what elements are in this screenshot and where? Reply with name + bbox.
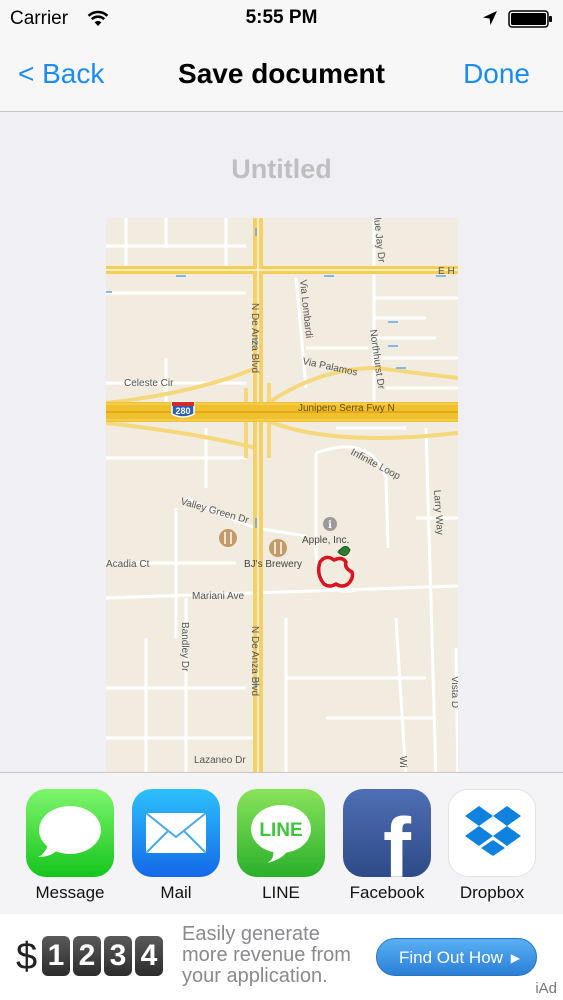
map-label-e-h: E H [438, 266, 455, 277]
back-button[interactable]: < Back [18, 58, 104, 90]
facebook-icon: f [343, 789, 431, 877]
mail-icon [132, 789, 220, 877]
map-label-acadia-ct: Acadia Ct [106, 559, 150, 570]
find-out-how-button[interactable]: Find Out How ▶ [376, 938, 537, 976]
share-facebook-label: Facebook [349, 883, 425, 902]
map-label-bjs-brewery: BJ's Brewery [244, 559, 302, 570]
map-label-vista-dr: Vista D [449, 676, 458, 708]
restaurant-pin-icon [269, 539, 287, 557]
location-arrow-icon [482, 10, 498, 26]
share-message-label: Message [35, 883, 105, 902]
map-label-celeste-cir: Celeste Cir [124, 378, 174, 389]
svg-text:f: f [383, 801, 412, 877]
share-sheet: Message Mail LINE LINE f Facebook Dropbo… [0, 772, 563, 914]
ad-digit: 4 [135, 936, 163, 976]
battery-icon [508, 10, 554, 28]
map-label-wi: Wi [397, 756, 408, 768]
ad-copy-line: more revenue from [182, 944, 351, 966]
ad-copy-line: Easily generate [182, 923, 320, 945]
iad-logo: iAd [535, 980, 557, 997]
svg-text:LINE: LINE [259, 820, 302, 841]
done-button[interactable]: Done [463, 58, 530, 90]
interstate-280-shield: 280 [171, 401, 195, 418]
line-icon: LINE [237, 789, 325, 877]
document-preview: 280 N De Anza Blvd N De Anza Blvd E H Vi… [106, 218, 458, 778]
map-label-apple-inc: Apple, Inc. [302, 535, 349, 546]
ad-digit: 1 [42, 936, 70, 976]
map-label-lazaneo-dr: Lazaneo Dr [194, 755, 246, 766]
share-line-button[interactable]: LINE LINE [235, 789, 327, 903]
restaurant-pin-icon [219, 529, 237, 547]
map-label-n-de-anza-top: N De Anza Blvd [249, 303, 260, 373]
svg-text:i: i [328, 520, 332, 531]
map-image: 280 N De Anza Blvd N De Anza Blvd E H Vi… [106, 218, 458, 778]
document-title[interactable]: Untitled [0, 154, 563, 185]
find-out-how-label: Find Out How [399, 948, 503, 967]
ad-copy-line: your application. [182, 965, 328, 987]
map-label-n-de-anza-bottom: N De Anza Blvd [249, 626, 260, 696]
share-dropbox-label: Dropbox [459, 883, 525, 902]
dropbox-icon [448, 789, 536, 877]
status-bar: Carrier 5:55 PM [0, 0, 563, 38]
share-mail-label: Mail [160, 883, 192, 902]
map-label-mariani-ave: Mariani Ave [192, 591, 245, 602]
info-pin-icon: i [323, 517, 337, 531]
map-label-junipero-serra: Junipero Serra Fwy N [298, 403, 395, 414]
ad-digit: 3 [104, 936, 132, 976]
iad-banner[interactable]: $ 1 2 3 4 Easily generate more revenue f… [0, 914, 563, 1000]
map-label-bandley-dr: Bandley Dr [179, 622, 190, 672]
clock-label: 5:55 PM [245, 7, 318, 28]
ad-dollar-sign: $ [16, 936, 38, 978]
share-mail-button[interactable]: Mail [130, 789, 222, 903]
chevron-right-icon: ▶ [510, 951, 520, 965]
svg-text:280: 280 [175, 406, 190, 416]
navigation-bar: < Back Save document Done [0, 38, 563, 112]
ad-copy: Easily generate more revenue from your a… [182, 924, 367, 987]
message-icon [26, 789, 114, 877]
share-facebook-button[interactable]: f Facebook [341, 789, 433, 903]
share-dropbox-button[interactable]: Dropbox [446, 789, 538, 903]
ad-digit: 2 [73, 936, 101, 976]
share-message-button[interactable]: Message [24, 789, 116, 903]
share-line-label: LINE [262, 883, 300, 902]
ad-counter: 1 2 3 4 [42, 936, 163, 976]
